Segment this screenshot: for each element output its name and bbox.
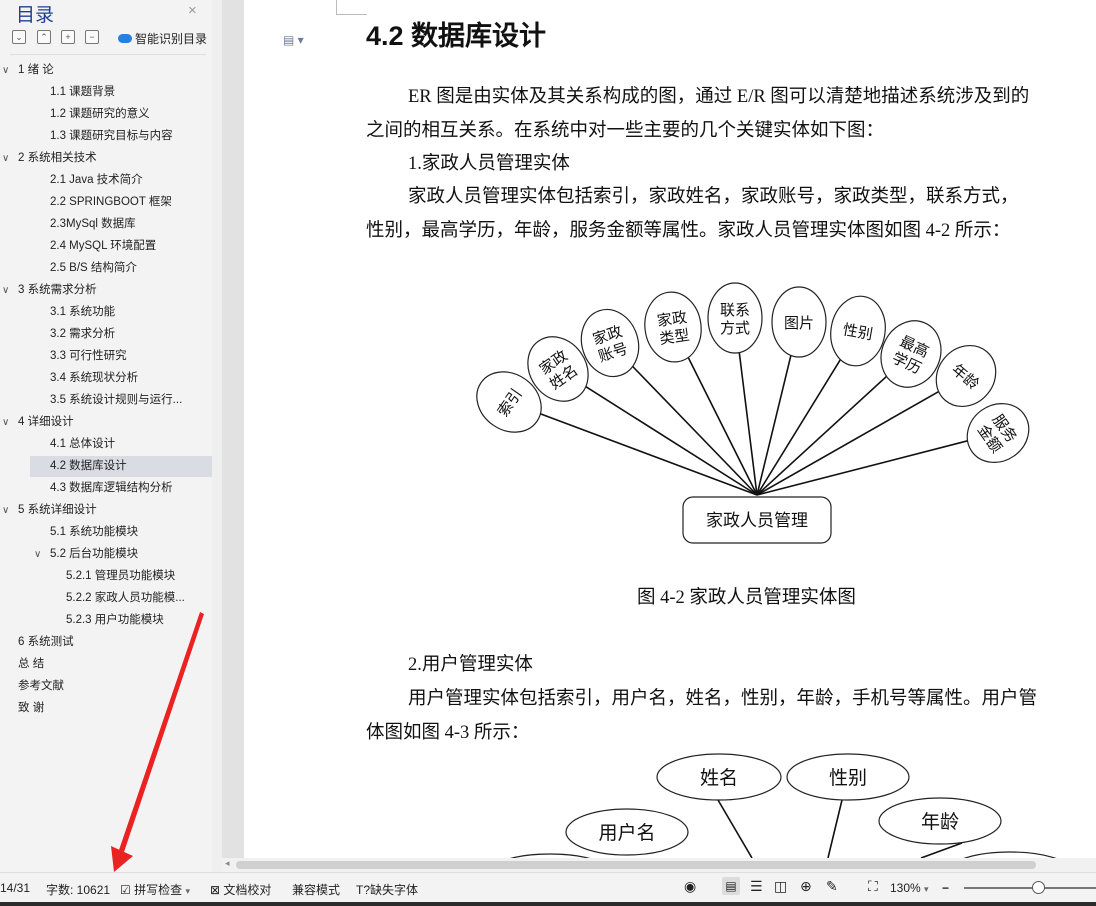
annotation-arrow — [111, 612, 204, 872]
